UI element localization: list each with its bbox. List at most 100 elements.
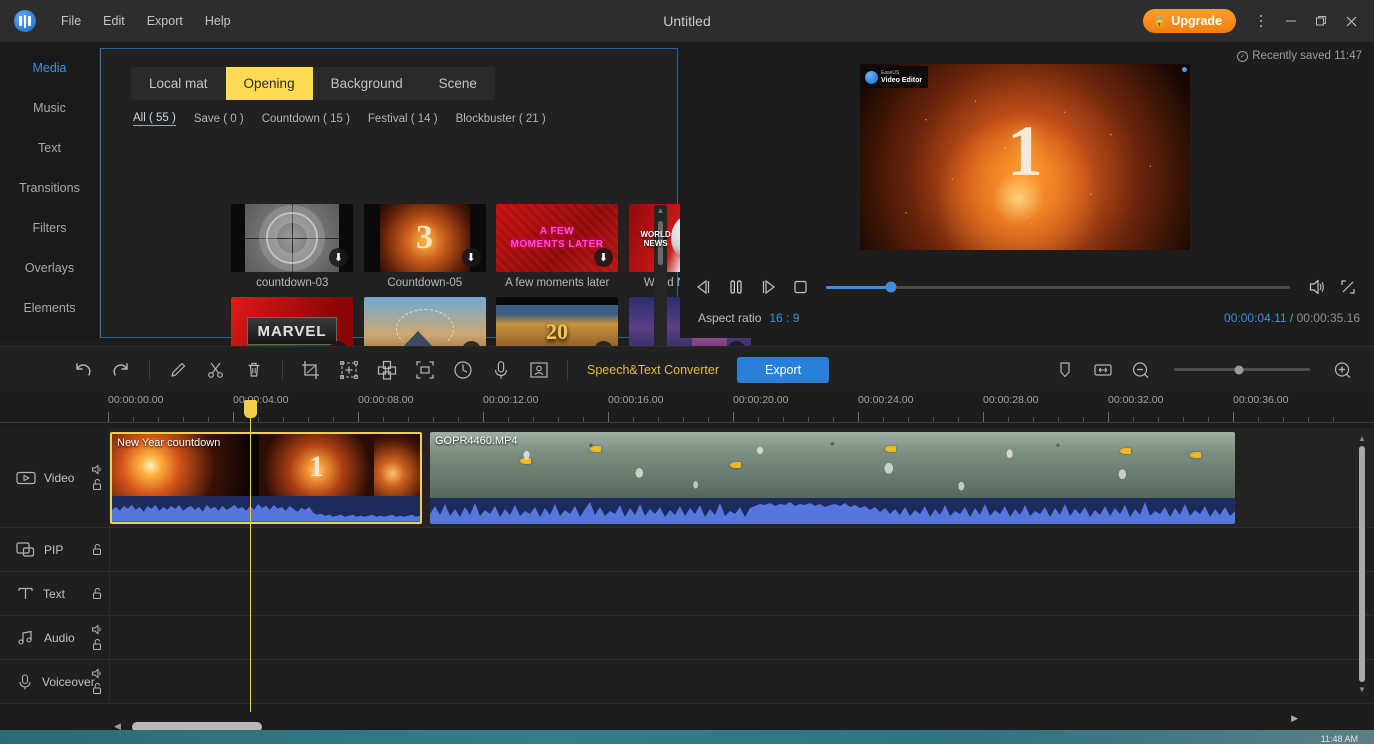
lock-toggle-icon[interactable] (91, 638, 103, 652)
pencil-icon (168, 360, 188, 380)
window-controls: 🔒 Upgrade (1143, 6, 1374, 36)
record-voice-button[interactable] (482, 351, 520, 389)
zoom-in-button[interactable] (1324, 351, 1362, 389)
marker-button[interactable] (1046, 351, 1084, 389)
menu-item-file[interactable]: File (50, 10, 92, 32)
ruler-tick-major (608, 412, 609, 422)
pip-overlay-button[interactable] (406, 351, 444, 389)
upgrade-button[interactable]: 🔒 Upgrade (1143, 9, 1236, 33)
split-button[interactable] (197, 351, 235, 389)
lock-toggle-icon[interactable] (91, 587, 103, 601)
menu-item-edit[interactable]: Edit (92, 10, 136, 32)
menu-item-help[interactable]: Help (194, 10, 242, 32)
tab-background[interactable]: Background (313, 67, 421, 100)
delete-button[interactable] (235, 351, 273, 389)
menu-item-export[interactable]: Export (136, 10, 194, 32)
mute-toggle-icon[interactable] (90, 624, 103, 636)
transform-icon (338, 359, 360, 381)
timeline-playhead[interactable] (250, 405, 251, 712)
stop-button[interactable] (784, 273, 816, 301)
tray-caret-icon[interactable]: ▶ (1291, 713, 1298, 724)
sidebar-item-filters[interactable]: Filters (0, 208, 99, 248)
track-header-video[interactable]: Video (0, 428, 110, 527)
more-options-button[interactable] (1246, 6, 1276, 36)
download-icon[interactable]: ⬇ (329, 248, 348, 267)
export-button[interactable]: Export (737, 357, 829, 383)
tab-local-mat[interactable]: Local mat (131, 67, 226, 100)
tab-scene[interactable]: Scene (421, 67, 495, 100)
sidebar-item-music[interactable]: Music (0, 88, 99, 128)
track-header-audio[interactable]: Audio (0, 616, 110, 659)
mute-toggle-icon[interactable] (90, 464, 103, 476)
lock-toggle-icon[interactable] (91, 682, 103, 696)
download-icon[interactable]: ⬇ (462, 248, 481, 267)
close-button[interactable] (1336, 6, 1366, 36)
lock-toggle-icon[interactable] (91, 478, 103, 492)
scrollbar-thumb[interactable] (1359, 446, 1365, 682)
filter-chip-festival[interactable]: Festival ( 14 ) (368, 113, 438, 125)
speed-button[interactable] (444, 351, 482, 389)
transform-button[interactable] (330, 351, 368, 389)
timeline-zoom-slider[interactable] (1174, 368, 1310, 371)
track-body-video[interactable]: New Year countdown 1 (110, 428, 1374, 527)
zoom-slider-knob[interactable] (1235, 365, 1244, 374)
next-frame-button[interactable] (752, 273, 784, 301)
volume-icon (1306, 278, 1326, 296)
clip-new-year-countdown[interactable]: New Year countdown 1 (110, 432, 422, 524)
crop-button[interactable] (292, 351, 330, 389)
timeline-vertical-scrollbar[interactable]: ▲ ▼ (1356, 432, 1368, 714)
prev-frame-button[interactable] (688, 273, 720, 301)
scroll-up-icon[interactable]: ▲ (1356, 434, 1368, 443)
mosaic-button[interactable] (368, 351, 406, 389)
clip-gopr4460[interactable]: GOPR4460.MP4 (430, 432, 1235, 524)
fit-timeline-button[interactable] (1084, 351, 1122, 389)
volume-button[interactable] (1300, 273, 1332, 301)
fullscreen-button[interactable] (1332, 273, 1364, 301)
track-body-audio[interactable] (110, 616, 1374, 659)
edit-button[interactable] (159, 351, 197, 389)
tab-opening[interactable]: Opening (226, 67, 313, 100)
mute-toggle-icon[interactable] (90, 668, 103, 680)
aspect-ratio-value[interactable]: 16 : 9 (769, 311, 799, 325)
filter-chip-save[interactable]: Save ( 0 ) (194, 113, 244, 125)
maximize-button[interactable] (1306, 6, 1336, 36)
lock-toggle-icon[interactable] (91, 543, 103, 557)
speech-text-converter-button[interactable]: Speech&Text Converter (587, 363, 719, 377)
scroll-up-icon[interactable]: ▲ (654, 205, 667, 216)
media-thumbnail-countdown-05[interactable]: 3 ⬇ (364, 204, 486, 272)
media-thumbnail-countdown-03[interactable]: ⬇ (231, 204, 353, 272)
sidebar-item-text[interactable]: Text (0, 128, 99, 168)
minimize-button[interactable] (1276, 6, 1306, 36)
zoom-out-icon (1130, 360, 1152, 380)
track-body-voiceover[interactable] (110, 660, 1374, 703)
media-thumbnail-a-few-moments-later[interactable]: A FEW MOMENTS LATER ⬇ (496, 204, 618, 272)
ruler-label: 00:00:24.00 (858, 394, 913, 406)
filter-chip-countdown[interactable]: Countdown ( 15 ) (262, 113, 350, 125)
scroll-down-icon[interactable]: ▼ (1356, 685, 1368, 694)
video-preview[interactable]: 1 EaseUS Video Editor (860, 64, 1190, 250)
filter-chip-all[interactable]: All ( 55 ) (133, 112, 176, 126)
playback-progress-slider[interactable] (826, 286, 1290, 289)
track-row-video: Video New Year countdown (0, 428, 1374, 528)
sidebar-item-elements[interactable]: Elements (0, 288, 99, 328)
track-header-voiceover[interactable]: Voiceover (0, 660, 110, 703)
undo-button[interactable] (64, 351, 102, 389)
filter-chip-blockbuster[interactable]: Blockbuster ( 21 ) (456, 113, 546, 125)
sidebar-item-transitions[interactable]: Transitions (0, 168, 99, 208)
sidebar-item-media[interactable]: Media (0, 48, 99, 88)
redo-button[interactable] (102, 351, 140, 389)
freeze-frame-button[interactable] (520, 351, 558, 389)
playhead-handle[interactable] (244, 400, 257, 418)
pause-button[interactable] (720, 273, 752, 301)
progress-knob[interactable] (885, 282, 896, 293)
timeline-ruler[interactable]: 00:00:00.00 00:00:04.00 00:00:08.00 00:0… (0, 392, 1374, 428)
track-body-pip[interactable] (110, 528, 1374, 571)
track-body-text[interactable] (110, 572, 1374, 615)
track-header-pip[interactable]: PIP (0, 528, 110, 571)
zoom-out-button[interactable] (1122, 351, 1160, 389)
ruler-tick-major (858, 412, 859, 422)
ruler-tick-major (358, 412, 359, 422)
sidebar-item-label: Music (33, 101, 66, 115)
sidebar-item-overlays[interactable]: Overlays (0, 248, 99, 288)
track-header-text[interactable]: Text (0, 572, 110, 615)
